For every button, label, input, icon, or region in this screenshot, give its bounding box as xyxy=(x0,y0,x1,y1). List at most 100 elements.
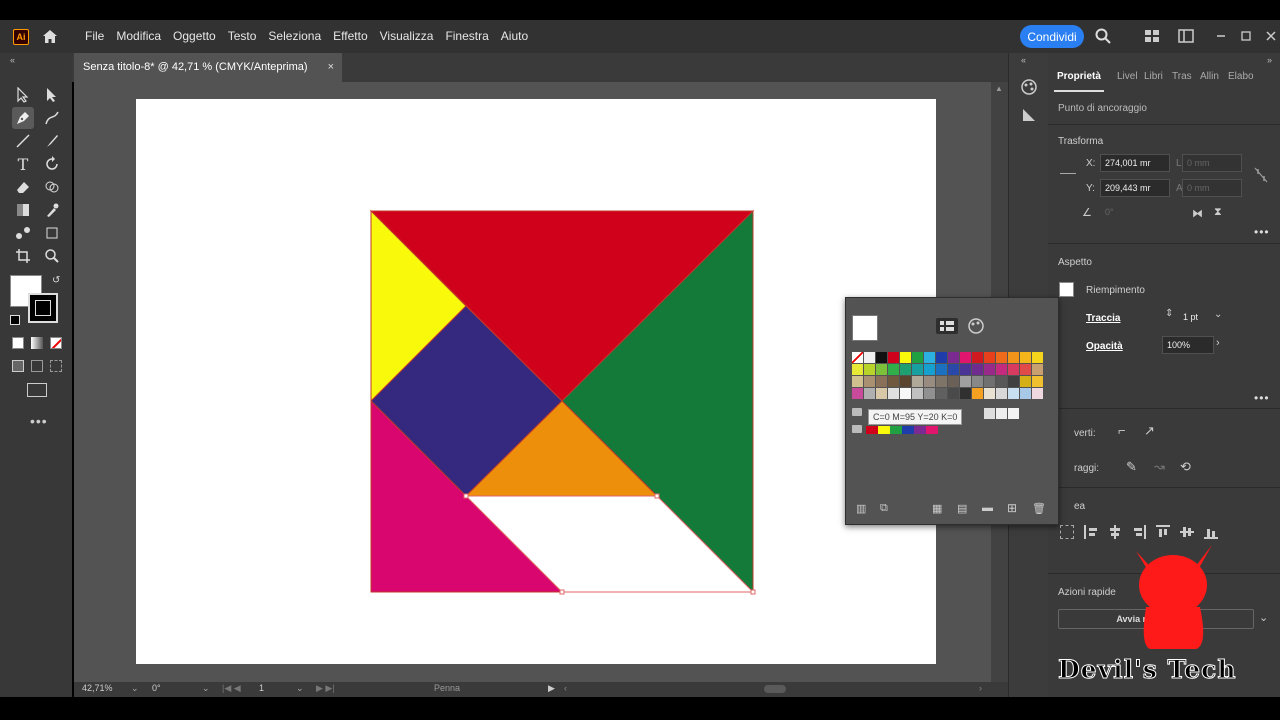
share-button[interactable]: Condividi xyxy=(1020,25,1084,48)
color-swatch[interactable] xyxy=(996,364,1007,375)
eyedropper-tool-icon[interactable] xyxy=(41,199,63,221)
gradient-mode-icon[interactable] xyxy=(31,337,43,349)
draw-mode-icon[interactable] xyxy=(12,360,24,372)
tab-libraries[interactable]: Libri xyxy=(1144,71,1163,82)
crop-tool-icon[interactable] xyxy=(12,245,34,267)
color-swatch[interactable] xyxy=(1008,364,1019,375)
color-swatch[interactable] xyxy=(924,364,935,375)
blend-tool-icon[interactable] xyxy=(12,222,34,244)
scroll-left-icon[interactable]: ‹ xyxy=(564,683,567,693)
draw-inside-icon[interactable] xyxy=(50,360,62,372)
color-swatch[interactable] xyxy=(960,352,971,363)
color-swatch[interactable] xyxy=(852,388,863,399)
panels-icon[interactable] xyxy=(1177,27,1195,45)
tab-layers[interactable]: Livel xyxy=(1117,71,1138,82)
color-swatch[interactable] xyxy=(912,352,923,363)
remove-anchor-icon[interactable]: ✎ xyxy=(1126,459,1137,475)
color-swatch[interactable] xyxy=(864,376,875,387)
maximize-icon[interactable] xyxy=(1237,27,1255,45)
color-swatch[interactable] xyxy=(852,364,863,375)
search-icon[interactable] xyxy=(1094,27,1112,45)
color-swatch[interactable] xyxy=(948,352,959,363)
color-swatch[interactable] xyxy=(936,388,947,399)
first-artboard-icon[interactable]: |◀ ◀ xyxy=(222,683,241,694)
color-swatch[interactable] xyxy=(960,376,971,387)
color-swatch[interactable] xyxy=(984,352,995,363)
opacity-arrow-icon[interactable]: › xyxy=(1216,337,1220,349)
color-swatch[interactable] xyxy=(1020,388,1031,399)
stroke-stepper-icon[interactable]: ⇕ xyxy=(1165,308,1173,319)
rotate-tool-icon[interactable] xyxy=(41,153,63,175)
color-swatch[interactable] xyxy=(900,388,911,399)
more-tools-icon[interactable]: ••• xyxy=(30,413,48,429)
menu-testo[interactable]: Testo xyxy=(222,20,263,53)
color-swatch[interactable] xyxy=(912,376,923,387)
color-swatch[interactable] xyxy=(1020,364,1031,375)
connect-anchors-icon[interactable]: ⟲ xyxy=(1180,459,1191,475)
color-swatch[interactable] xyxy=(852,376,863,387)
close-tab-icon[interactable]: × xyxy=(328,53,334,82)
color-swatch[interactable] xyxy=(924,376,935,387)
color-swatch[interactable] xyxy=(864,364,875,375)
draw-behind-icon[interactable] xyxy=(31,360,43,372)
color-swatch[interactable] xyxy=(960,364,971,375)
rotation-value[interactable]: 0° xyxy=(152,683,161,693)
color-swatch[interactable] xyxy=(996,352,1007,363)
stroke-label[interactable]: Traccia xyxy=(1086,313,1120,324)
horizontal-scroll-thumb[interactable] xyxy=(764,685,786,693)
menu-file[interactable]: File xyxy=(79,20,110,53)
flip-vertical-icon[interactable]: ⧗ xyxy=(1214,206,1222,219)
menu-seleziona[interactable]: Seleziona xyxy=(262,20,327,53)
swatch-libraries-icon[interactable]: ▥ xyxy=(856,502,866,515)
color-swatch[interactable] xyxy=(1032,376,1043,387)
color-swatch[interactable] xyxy=(972,352,983,363)
color-swatch[interactable] xyxy=(972,376,983,387)
color-swatch[interactable] xyxy=(876,352,887,363)
height-field[interactable]: 0 mm xyxy=(1182,179,1242,197)
color-swatch[interactable] xyxy=(1032,352,1043,363)
workspace-grid-icon[interactable] xyxy=(1143,27,1161,45)
gradient-tool-icon[interactable] xyxy=(12,199,34,221)
minimize-icon[interactable] xyxy=(1212,27,1230,45)
cut-path-icon[interactable]: ↝ xyxy=(1154,459,1165,475)
tab-processing[interactable]: Elabo xyxy=(1228,71,1254,82)
artboard-tool-icon[interactable] xyxy=(41,222,63,244)
zoom-level[interactable]: 42,71% xyxy=(82,683,113,693)
color-swatch[interactable] xyxy=(888,388,899,399)
scroll-right-icon[interactable]: › xyxy=(979,683,982,693)
scroll-up-icon[interactable]: ▲ xyxy=(995,84,1003,93)
color-swatch[interactable] xyxy=(984,364,995,375)
line-tool-icon[interactable] xyxy=(12,130,34,152)
color-guide-icon[interactable] xyxy=(1020,78,1038,96)
quick-action-dropdown-icon[interactable]: ⌄ xyxy=(1259,611,1268,624)
stroke-color-icon[interactable] xyxy=(28,293,58,323)
swatch-list-view-icon[interactable] xyxy=(936,318,958,334)
document-tab[interactable]: Senza titolo-8* @ 42,71 % (CMYK/Anteprim… xyxy=(74,53,342,82)
color-swatch[interactable] xyxy=(924,388,935,399)
color-themes-icon[interactable] xyxy=(967,317,985,335)
color-swatch[interactable] xyxy=(960,388,971,399)
color-swatch[interactable] xyxy=(972,388,983,399)
color-swatch[interactable] xyxy=(876,376,887,387)
artboard-dropdown-icon[interactable]: ⌄ xyxy=(296,683,304,694)
type-tool-icon[interactable]: T xyxy=(12,153,34,175)
color-swatch[interactable] xyxy=(1020,376,1031,387)
collapse-toolbar-icon[interactable]: « xyxy=(10,55,15,65)
color-swatch[interactable] xyxy=(876,388,887,399)
brush-tool-icon[interactable] xyxy=(41,130,63,152)
opacity-label[interactable]: Opacità xyxy=(1086,341,1123,352)
color-swatch[interactable] xyxy=(996,376,1007,387)
reference-point-icon[interactable] xyxy=(1060,173,1076,179)
color-swatch[interactable] xyxy=(888,376,899,387)
color-swatch[interactable] xyxy=(1008,388,1019,399)
convert-smooth-icon[interactable]: ↗ xyxy=(1144,423,1155,439)
brushes-panel-icon[interactable] xyxy=(1020,106,1038,124)
color-swatch[interactable] xyxy=(972,364,983,375)
show-swatch-kinds-icon[interactable]: ▦ xyxy=(932,502,942,515)
color-swatch[interactable] xyxy=(888,364,899,375)
color-swatch[interactable] xyxy=(996,388,1007,399)
pen-tool-icon[interactable] xyxy=(12,107,34,129)
zoom-tool-icon[interactable] xyxy=(41,245,63,267)
x-position-field[interactable]: 274,001 mr xyxy=(1100,154,1170,172)
new-swatch-icon[interactable]: ⊞ xyxy=(1007,501,1017,515)
